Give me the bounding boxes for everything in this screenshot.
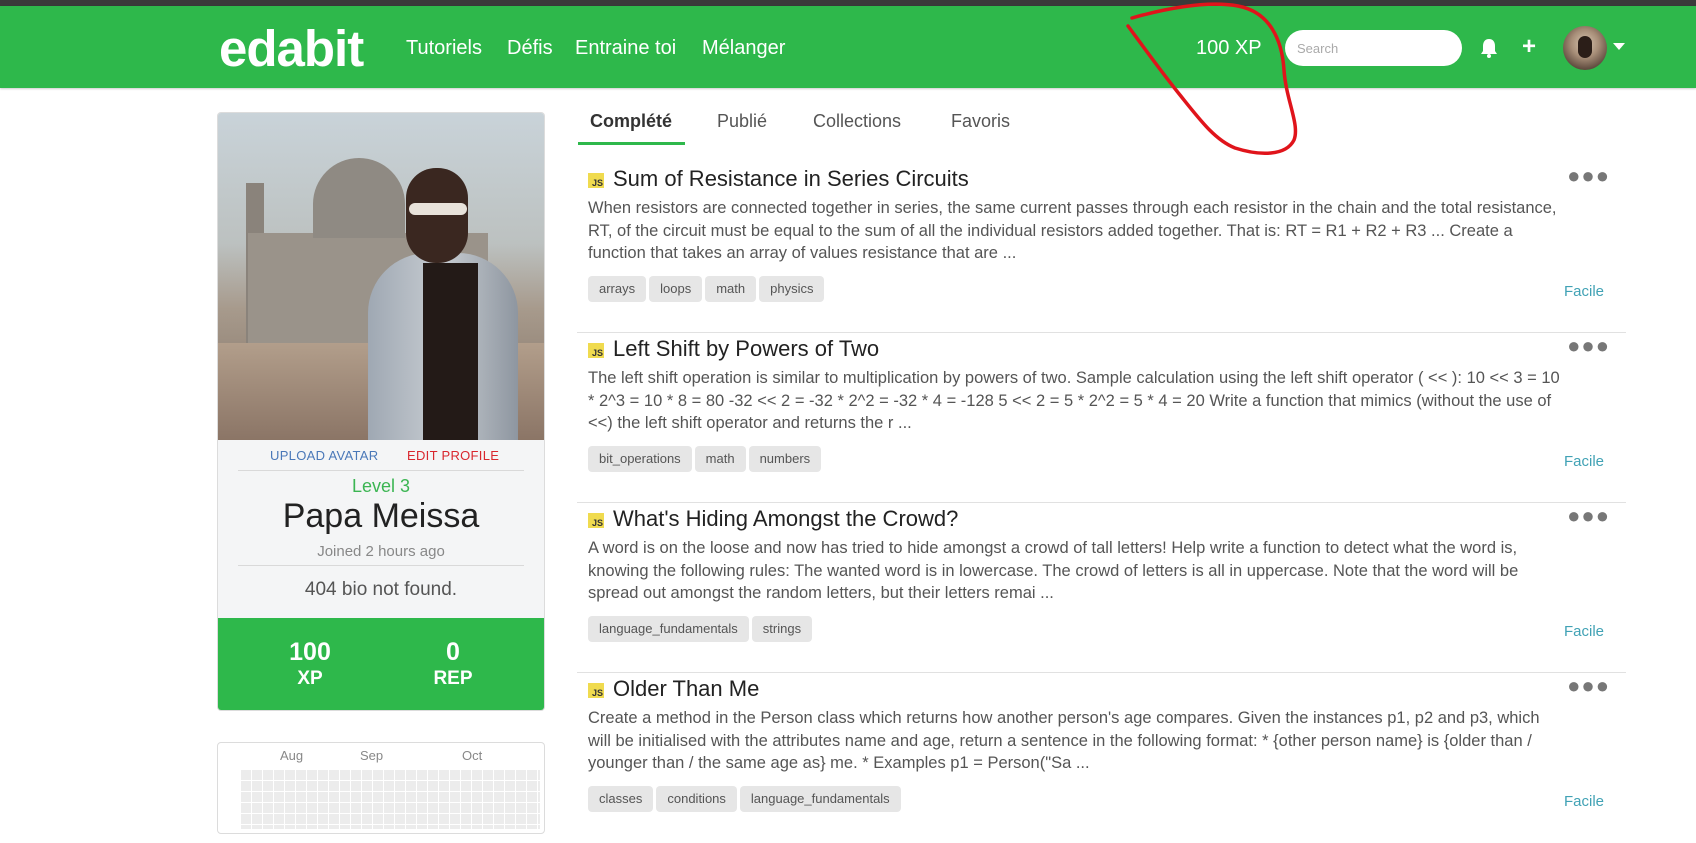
tag[interactable]: strings (751, 616, 813, 642)
bell-icon[interactable] (1480, 38, 1498, 63)
tab-collections[interactable]: Collections (813, 111, 901, 132)
challenge-description: A word is on the loose and now has tried… (588, 539, 1519, 602)
more-options-icon[interactable]: ●●● (1567, 503, 1610, 529)
tag[interactable]: classes (588, 786, 654, 812)
month-label: Aug (280, 748, 304, 763)
challenge-title[interactable]: What's Hiding Amongst the Crowd? (613, 506, 958, 532)
tag[interactable]: numbers (748, 446, 822, 472)
more-options-icon[interactable]: ●●● (1567, 333, 1610, 359)
top-navbar: edabit Tutoriels Défis Entraine toi Méla… (0, 6, 1696, 88)
tag[interactable]: conditions (656, 786, 737, 812)
tab-favoris[interactable]: Favoris (951, 111, 1010, 132)
tab-complete[interactable]: Complété (590, 111, 672, 132)
challenge-tags: language_fundamentals strings (588, 616, 815, 643)
nav-link-defis[interactable]: Défis (507, 37, 553, 60)
difficulty-label: Facile (1563, 453, 1604, 470)
difficulty-label: Facile (1563, 793, 1604, 810)
tag[interactable]: arrays (588, 276, 647, 302)
nav-link-tutoriels[interactable]: Tutoriels (406, 37, 482, 60)
user-bio: 404 bio not found. (304, 579, 458, 600)
profile-tabs: Complété Publié Collections Favoris (577, 100, 1627, 146)
xp-counter: 100 XP (1196, 37, 1262, 59)
stat-rep: 0 REP (403, 638, 503, 690)
challenge-title[interactable]: Sum of Resistance in Series Circuits (613, 166, 969, 192)
search-input[interactable] (1285, 30, 1462, 66)
challenge-item: JS Left Shift by Powers of Two The left … (577, 333, 1626, 503)
more-options-icon[interactable]: ●●● (1567, 163, 1610, 189)
challenge-title[interactable]: Older Than Me (613, 676, 759, 702)
challenge-title[interactable]: Left Shift by Powers of Two (613, 336, 879, 362)
difficulty-label: Facile (1563, 283, 1604, 300)
stat-xp: 100 XP (260, 638, 360, 690)
js-language-icon: JS (588, 173, 604, 188)
edabit-logo[interactable]: edabit (219, 19, 364, 78)
tag[interactable]: math (705, 276, 757, 302)
js-language-icon: JS (588, 683, 604, 698)
avatar[interactable] (1563, 26, 1607, 70)
heatmap-grid (240, 769, 540, 829)
tag[interactable]: bit_operations (588, 446, 692, 472)
activity-heatmap: Aug Sep Oct (217, 742, 545, 834)
challenge-tags: classes conditions language_fundamentals (588, 786, 904, 813)
js-language-icon: JS (588, 513, 604, 528)
nav-link-melanger[interactable]: Mélanger (702, 37, 785, 60)
tab-publie[interactable]: Publié (717, 111, 767, 132)
stat-value: 0 (446, 638, 460, 666)
js-language-icon: JS (588, 343, 604, 358)
edit-profile-link[interactable]: EDIT PROFILE (407, 448, 499, 463)
challenge-item: JS What's Hiding Amongst the Crowd? A wo… (577, 503, 1626, 673)
challenge-tags: arrays loops math physics (588, 276, 827, 303)
nav-link-entraine-toi[interactable]: Entraine toi (575, 37, 676, 60)
chevron-down-icon[interactable] (1613, 43, 1625, 50)
profile-card: UPLOAD AVATAR EDIT PROFILE Level 3 Papa … (217, 112, 545, 711)
tag[interactable]: loops (649, 276, 703, 302)
user-level: Level 3 (351, 476, 411, 496)
challenge-description: The left shift operation is similar to m… (588, 369, 1560, 432)
stat-label: REP (433, 668, 473, 689)
month-label: Oct (462, 748, 483, 763)
tag[interactable]: physics (759, 276, 825, 302)
stats-bar: 100 XP 0 REP (218, 618, 544, 710)
active-tab-indicator (578, 142, 685, 145)
challenge-description: Create a method in the Person class whic… (588, 709, 1540, 772)
stat-label: XP (297, 668, 323, 689)
profile-photo (218, 113, 544, 440)
joined-date: Joined 2 hours ago (317, 543, 445, 560)
divider (238, 470, 524, 471)
tag[interactable]: language_fundamentals (739, 786, 901, 812)
divider (238, 565, 524, 566)
plus-icon[interactable]: + (1522, 35, 1536, 59)
challenge-description: When resistors are connected together in… (588, 199, 1557, 262)
tag[interactable]: math (694, 446, 746, 472)
challenge-tags: bit_operations math numbers (588, 446, 824, 473)
more-options-icon[interactable]: ●●● (1567, 673, 1610, 699)
tag[interactable]: language_fundamentals (588, 616, 749, 642)
upload-avatar-link[interactable]: UPLOAD AVATAR (270, 448, 378, 463)
stat-value: 100 (289, 638, 331, 666)
month-label: Sep (360, 748, 384, 763)
user-name: Papa Meissa (282, 497, 480, 535)
difficulty-label: Facile (1563, 623, 1604, 640)
challenge-item: JS Sum of Resistance in Series Circuits … (577, 163, 1626, 333)
